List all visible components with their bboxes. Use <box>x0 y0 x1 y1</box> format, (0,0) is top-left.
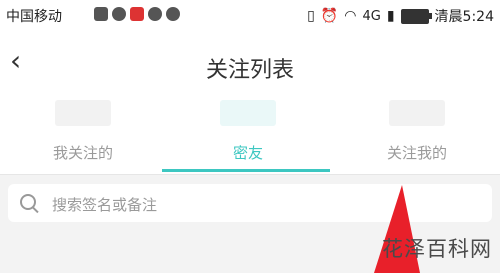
notification-icons <box>94 7 180 21</box>
tab-followers[interactable]: 关注我的 <box>334 96 500 174</box>
battery-icon <box>400 8 432 24</box>
video-app-icon <box>130 7 144 21</box>
watermark: 花泽百科网 <box>382 237 492 261</box>
status-bar: 中国移动 ▯ ⏰ ◠ 4G ▮ 清晨5:24 <box>0 0 500 34</box>
nav-bar: ‹ 关注列表 <box>0 34 500 96</box>
vibrate-icon: ▯ <box>307 8 315 24</box>
notification-app-icon <box>94 7 108 21</box>
tab-label: 密友 <box>232 144 263 162</box>
tab-count-placeholder <box>389 100 445 126</box>
page-title: 关注列表 <box>205 58 294 83</box>
alarm-icon: ⏰ <box>320 8 339 24</box>
user-icon <box>148 7 162 21</box>
clock: 清晨5:24 <box>434 9 494 25</box>
signal-icon: ▮ <box>386 8 395 24</box>
tab-label: 我关注的 <box>52 144 113 162</box>
wifi-icon: ◠ <box>344 8 357 24</box>
tab-count-placeholder <box>220 100 276 126</box>
tab-label: 关注我的 <box>386 144 447 162</box>
search-placeholder: 搜索签名或备注 <box>52 196 158 214</box>
tab-following[interactable]: 我关注的 <box>0 96 166 174</box>
search-icon <box>20 194 36 210</box>
status-indicators: ▯ ⏰ ◠ 4G ▮ 清晨5:24 <box>307 6 494 26</box>
message-icon <box>112 7 126 21</box>
carrier-name: 中国移动 <box>6 9 62 25</box>
tab-count-placeholder <box>55 100 111 126</box>
tab-bar: 我关注的 密友 关注我的 <box>0 96 500 175</box>
active-tab-indicator <box>162 169 330 172</box>
tab-close-friends[interactable]: 密友 <box>165 96 331 174</box>
network-type: 4G <box>362 8 381 24</box>
camera-icon <box>166 7 180 21</box>
